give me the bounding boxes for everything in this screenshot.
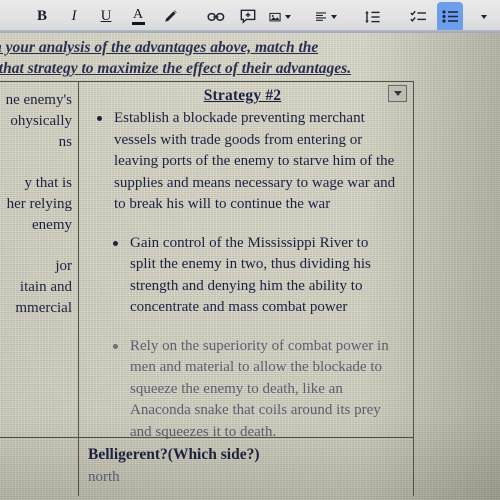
left-column-fragment: ns (58, 134, 72, 150)
strategy-table: ne enemy's ohysically ns y that is her r… (0, 81, 414, 496)
instructions-line-2: se that strategy to maximize the effect … (0, 60, 352, 77)
list-item-text: Establish a blockade preventing merchant… (114, 110, 396, 212)
left-column-group: jor itain and mmercial (0, 256, 72, 319)
list-item-text: Rely on the superiority of combat power … (130, 337, 389, 440)
bullet-icon (97, 116, 102, 121)
bullet-icon (113, 240, 118, 246)
line-spacing-button[interactable] (361, 4, 383, 30)
chevron-down-icon (331, 14, 337, 19)
bullet-icon (113, 343, 118, 349)
left-column-fragment: her relying (6, 196, 72, 212)
underline-button[interactable]: U (95, 4, 117, 30)
chevron-down-icon (481, 14, 487, 19)
insert-link-button[interactable] (205, 4, 227, 30)
text-color-icon: A (131, 8, 145, 25)
text-color-swatch (131, 22, 145, 25)
list-item[interactable]: Gain control of the Mississippi River to… (88, 233, 397, 319)
insert-image-button[interactable] (269, 4, 291, 30)
bulleted-list-icon (441, 10, 458, 23)
align-button[interactable] (315, 4, 337, 30)
bulleted-list-button[interactable] (439, 3, 461, 30)
checklist-icon (409, 10, 426, 22)
formatting-toolbar: B I U A (0, 0, 500, 33)
list-item-text: Gain control of the Mississippi River to… (130, 234, 371, 316)
text-color-button[interactable]: A (127, 4, 149, 30)
underline-icon: U (100, 8, 112, 24)
instructions-text: om your analysis of the advantages above… (0, 37, 442, 79)
table-belligerent-cell[interactable]: Belligerent?(Which side?) north (78, 439, 413, 487)
left-column-fragment: ne enemy's (5, 92, 72, 108)
document-editor-screenshot: B I U A om your analysis of the advantag… (0, 0, 500, 500)
left-column-fragment: ohysically (10, 113, 72, 129)
italic-button[interactable]: I (63, 4, 85, 30)
insert-image-icon (269, 12, 281, 21)
highlight-pen-button[interactable] (159, 4, 181, 30)
align-icon (315, 12, 327, 21)
document-page[interactable]: om your analysis of the advantages above… (0, 33, 500, 500)
cell-options-button[interactable] (388, 85, 407, 102)
left-column-fragment: itain and (19, 279, 72, 295)
belligerent-question: Belligerent?(Which side?) (88, 446, 260, 463)
line-spacing-icon (364, 10, 380, 23)
list-item[interactable]: Rely on the superiority of combat power … (88, 336, 397, 444)
left-column-group: ne enemy's ohysically ns (0, 90, 72, 153)
strategy-bullet-list: Establish a blockade preventing merchant… (88, 108, 397, 443)
italic-icon: I (71, 8, 77, 24)
left-column-fragment: jor (55, 258, 72, 274)
left-column-group: y that is her relying enemy (0, 173, 72, 236)
bold-button[interactable]: B (31, 4, 53, 30)
add-comment-button[interactable] (237, 4, 259, 30)
left-column-fragment: y that is (24, 175, 73, 191)
chevron-down-icon (285, 14, 291, 19)
bulleted-list-options-button[interactable] (471, 4, 493, 30)
left-column-fragment: enemy (32, 217, 72, 233)
strategy-title: Strategy #2 (203, 87, 282, 104)
add-comment-icon (240, 9, 256, 24)
belligerent-answer[interactable]: north (88, 467, 403, 487)
table-left-column[interactable]: ne enemy's ohysically ns y that is her r… (0, 82, 78, 339)
bold-icon: B (36, 8, 47, 24)
list-item[interactable]: Establish a blockade preventing merchant… (88, 108, 397, 216)
instructions-line-1: om your analysis of the advantages above… (0, 39, 319, 56)
highlight-pen-icon (164, 10, 177, 22)
insert-link-icon (207, 12, 225, 21)
left-column-fragment: mmercial (15, 300, 72, 316)
checklist-button[interactable] (407, 4, 429, 30)
chevron-down-icon (393, 91, 402, 96)
table-strategy-cell[interactable]: Strategy #2 Establish a blockade prevent… (78, 82, 413, 460)
